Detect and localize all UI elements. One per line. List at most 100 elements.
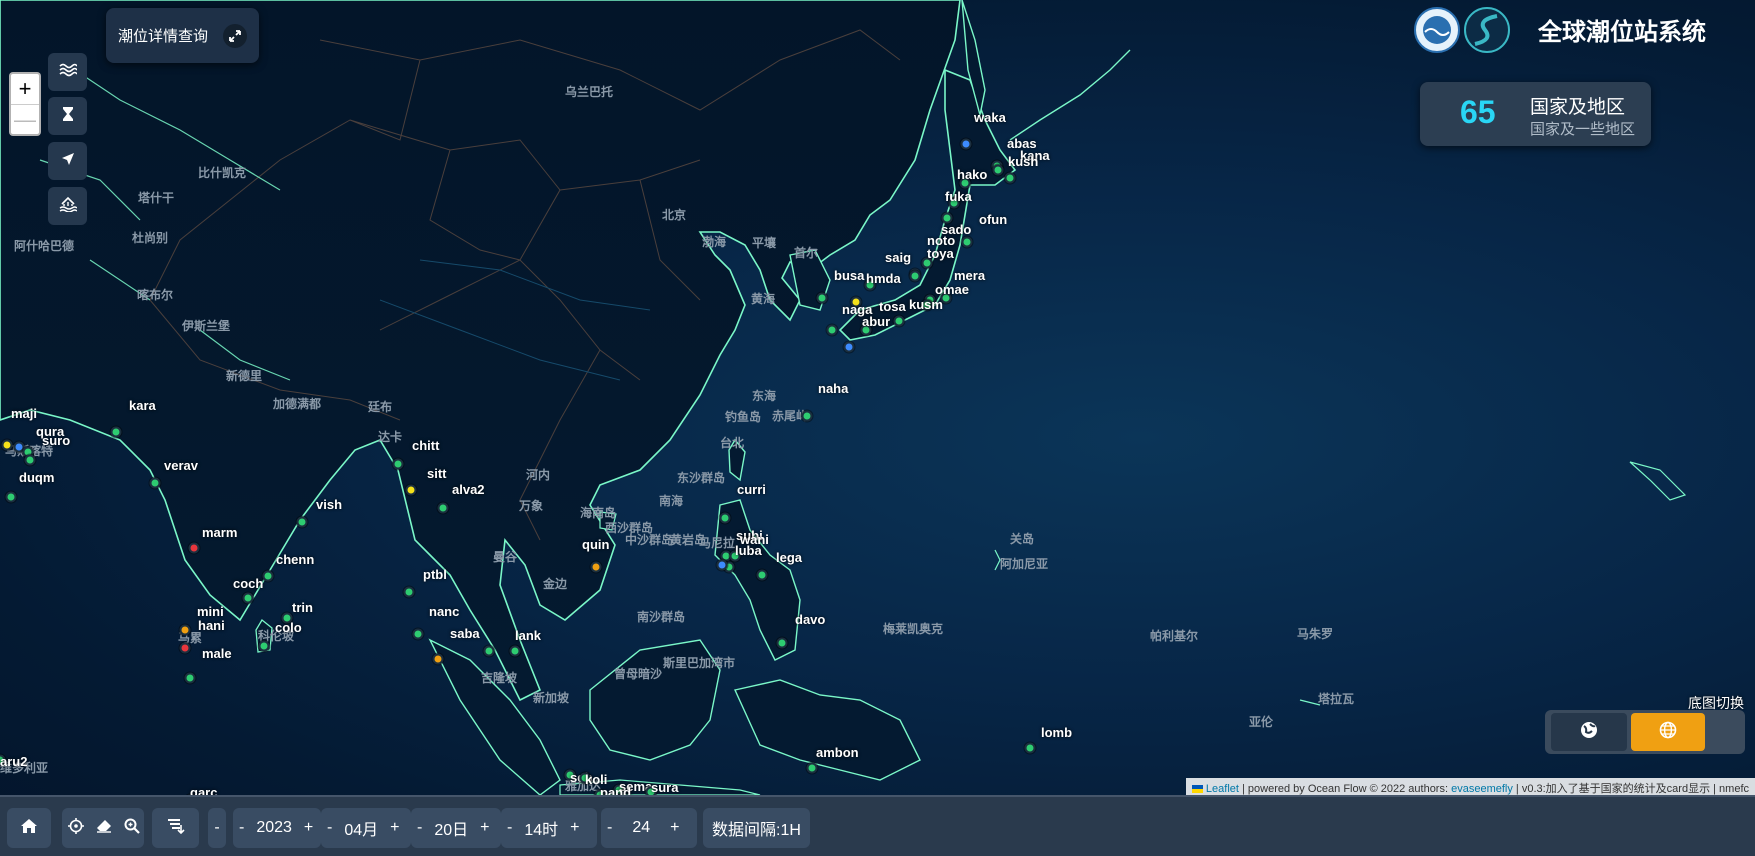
station-label[interactable]: saig xyxy=(885,250,911,265)
station-marker[interactable] xyxy=(437,502,449,514)
hours-increment[interactable]: + xyxy=(664,819,685,837)
year-decrement[interactable]: - xyxy=(233,819,250,837)
station-label[interactable]: omae xyxy=(935,282,969,297)
station-label[interactable]: toya xyxy=(927,246,954,261)
leaflet-link[interactable]: Leaflet xyxy=(1206,783,1239,795)
station-marker[interactable] xyxy=(262,570,274,582)
station-marker[interactable] xyxy=(1,439,13,451)
year-increment[interactable]: + xyxy=(298,819,319,837)
station-marker[interactable] xyxy=(149,477,161,489)
station-marker[interactable] xyxy=(184,672,196,684)
expand-icon[interactable] xyxy=(223,24,247,48)
station-label[interactable]: kusm xyxy=(909,297,943,312)
station-label[interactable]: chenn xyxy=(276,552,314,567)
station-marker[interactable] xyxy=(893,315,905,327)
station-label[interactable]: aru2 xyxy=(0,754,27,769)
station-marker[interactable] xyxy=(392,458,404,470)
station-marker[interactable] xyxy=(801,410,813,422)
station-marker[interactable] xyxy=(816,292,828,304)
station-marker[interactable] xyxy=(960,138,972,150)
station-marker[interactable] xyxy=(961,236,973,248)
zoom-in-button[interactable]: + xyxy=(11,74,39,104)
day-value[interactable]: 20日 xyxy=(428,816,474,840)
hour-value[interactable]: 14时 xyxy=(518,816,564,840)
decrement-small[interactable]: - xyxy=(208,808,226,848)
station-marker[interactable] xyxy=(716,559,728,571)
station-label[interactable]: naha xyxy=(818,381,848,396)
station-label[interactable]: mera xyxy=(954,268,985,283)
station-label[interactable]: waka xyxy=(974,110,1006,125)
station-label[interactable]: alva2 xyxy=(452,482,485,497)
hour-decrement[interactable]: - xyxy=(501,819,518,837)
station-marker[interactable] xyxy=(24,454,36,466)
station-label[interactable]: hani xyxy=(198,618,225,633)
station-marker[interactable] xyxy=(756,569,768,581)
station-marker[interactable] xyxy=(1024,742,1036,754)
station-label[interactable]: marm xyxy=(202,525,237,540)
station-marker[interactable] xyxy=(188,542,200,554)
waves-button[interactable] xyxy=(48,53,87,91)
tide-query-panel[interactable]: 潮位详情查询 xyxy=(106,8,259,63)
station-marker[interactable] xyxy=(405,484,417,496)
hours-decrement[interactable]: - xyxy=(601,819,618,837)
zoom-out-button[interactable]: — xyxy=(11,104,39,134)
month-decrement[interactable]: - xyxy=(321,819,338,837)
hour-increment[interactable]: + xyxy=(564,819,585,837)
station-label[interactable]: ptbl xyxy=(423,567,447,582)
basemap-dark-option[interactable] xyxy=(1551,713,1627,751)
home-button[interactable] xyxy=(7,808,51,848)
station-label[interactable]: kara xyxy=(129,398,156,413)
station-label[interactable]: quin xyxy=(582,537,609,552)
station-marker[interactable] xyxy=(5,491,17,503)
station-label[interactable]: colo xyxy=(275,620,302,635)
station-label[interactable]: ambon xyxy=(816,745,859,760)
station-marker[interactable] xyxy=(412,628,424,640)
station-marker[interactable] xyxy=(179,642,191,654)
station-label[interactable]: luba xyxy=(735,543,762,558)
locate-button[interactable] xyxy=(48,142,87,180)
zoom-search-icon[interactable] xyxy=(118,818,146,839)
day-decrement[interactable]: - xyxy=(411,819,428,837)
station-label[interactable]: fuka xyxy=(945,189,972,204)
station-label[interactable]: curri xyxy=(737,482,766,497)
eraser-icon[interactable] xyxy=(90,819,118,838)
station-marker[interactable] xyxy=(909,270,921,282)
month-increment[interactable]: + xyxy=(384,819,405,837)
station-label[interactable]: sitt xyxy=(427,466,447,481)
station-label[interactable]: trin xyxy=(292,600,313,615)
station-label[interactable]: verav xyxy=(164,458,198,473)
station-label[interactable]: maji xyxy=(11,406,37,421)
station-marker[interactable] xyxy=(242,592,254,604)
station-marker[interactable] xyxy=(432,653,444,665)
station-marker[interactable] xyxy=(806,762,818,774)
station-label[interactable]: davo xyxy=(795,612,825,627)
station-marker[interactable] xyxy=(1004,172,1016,184)
station-marker[interactable] xyxy=(509,645,521,657)
station-marker[interactable] xyxy=(483,645,495,657)
basemap-globe-option[interactable] xyxy=(1631,713,1705,751)
station-label[interactable]: sura xyxy=(651,780,678,795)
country-stats-card[interactable]: 65 国家及地区 国家及一些地区 xyxy=(1420,82,1651,146)
station-marker[interactable] xyxy=(992,164,1004,176)
station-label[interactable]: mini xyxy=(197,604,224,619)
year-value[interactable]: 2023 xyxy=(250,819,298,837)
station-label[interactable]: chitt xyxy=(412,438,439,453)
tide-button[interactable] xyxy=(48,187,87,225)
station-label[interactable]: hako xyxy=(957,167,987,182)
target-icon[interactable] xyxy=(62,817,90,839)
station-label[interactable]: busa xyxy=(834,268,864,283)
station-label[interactable]: duqm xyxy=(19,470,54,485)
station-label[interactable]: lomb xyxy=(1041,725,1072,740)
author-link[interactable]: evaseemefly xyxy=(1451,783,1513,795)
station-label[interactable]: vish xyxy=(316,497,342,512)
station-marker[interactable] xyxy=(590,561,602,573)
station-label[interactable]: ofun xyxy=(979,212,1007,227)
station-label[interactable]: tosa xyxy=(879,299,906,314)
day-increment[interactable]: + xyxy=(474,819,495,837)
station-label[interactable]: suro xyxy=(42,433,70,448)
station-label[interactable]: nanc xyxy=(429,604,459,619)
station-marker[interactable] xyxy=(843,341,855,353)
history-button[interactable] xyxy=(48,97,87,135)
month-value[interactable]: 04月 xyxy=(338,816,384,840)
hours-value[interactable]: 24 xyxy=(618,819,664,837)
